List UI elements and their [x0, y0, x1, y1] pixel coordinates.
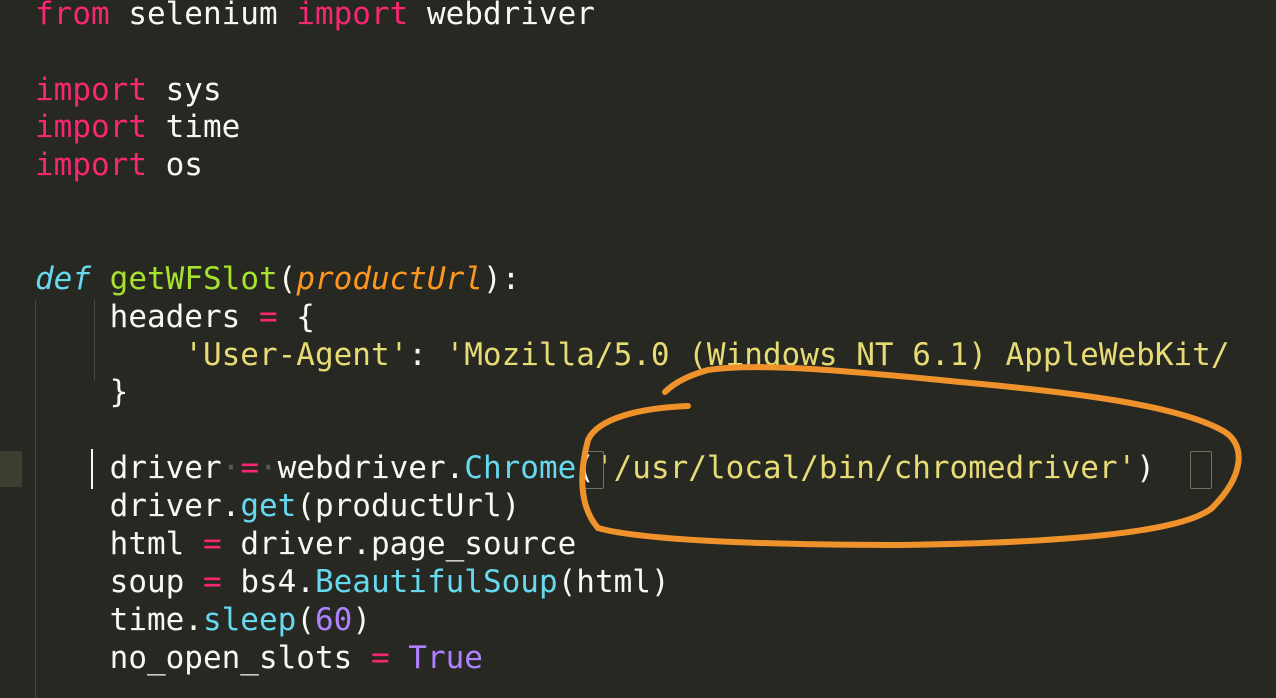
code-token: · — [221, 450, 241, 486]
indent-guide — [35, 300, 36, 698]
code-line[interactable]: time.sleep(60) — [0, 601, 1276, 639]
code-token: import — [35, 72, 147, 108]
indent-guide — [94, 336, 95, 380]
code-token: '/usr/local/bin/chromedriver' — [594, 450, 1137, 486]
code-line[interactable]: import sys — [0, 71, 1276, 109]
code-token: time — [146, 109, 241, 145]
code-line[interactable]: driver·=·webdriver.Chrome('/usr/local/bi… — [0, 449, 1276, 487]
code-text: } — [35, 373, 129, 411]
code-token: import — [35, 147, 147, 183]
code-token: ) — [1136, 450, 1155, 486]
code-token: = — [258, 299, 278, 335]
code-text: import sys — [35, 71, 222, 109]
code-text: soup = bs4.BeautifulSoup(html) — [35, 563, 670, 601]
code-token: { — [277, 299, 315, 335]
code-text: driver.get(productUrl) — [35, 487, 521, 525]
bracket-match-highlight — [582, 451, 604, 489]
code-token: import — [35, 109, 147, 145]
code-text: headers = { — [35, 298, 315, 336]
code-token: no_open_slots — [35, 640, 371, 676]
code-token: selenium — [109, 0, 297, 32]
code-token: driver.page_source — [221, 526, 577, 562]
code-text: from selenium import webdriver — [35, 0, 595, 33]
code-token: · — [258, 450, 278, 486]
code-text: def getWFSlot(productUrl): — [35, 260, 520, 298]
code-token: html — [35, 526, 203, 562]
code-token: def — [35, 261, 91, 297]
code-token: = — [240, 450, 259, 486]
code-token: 'User-Agent' — [184, 337, 409, 373]
bracket-match-highlight — [1190, 451, 1212, 489]
code-token: get — [240, 488, 297, 524]
code-token: driver — [35, 450, 222, 486]
code-token: ): — [482, 261, 521, 297]
code-line[interactable]: 'User-Agent': 'Mozilla/5.0 (Windows NT 6… — [0, 336, 1276, 374]
code-token: 'Mozilla/5.0 (Windows NT 6.1) AppleWebKi… — [445, 337, 1230, 373]
code-text: import os — [35, 146, 203, 184]
code-line[interactable]: soup = bs4.BeautifulSoup(html) — [0, 563, 1276, 601]
code-text: 'User-Agent': 'Mozilla/5.0 (Windows NT 6… — [35, 336, 1229, 374]
code-token: time. — [35, 602, 203, 638]
code-line[interactable] — [0, 184, 1276, 222]
code-line[interactable]: driver.get(productUrl) — [0, 487, 1276, 525]
code-token: driver. — [35, 488, 241, 524]
code-line[interactable]: def getWFSlot(productUrl): — [0, 260, 1276, 298]
code-line[interactable] — [0, 411, 1276, 449]
code-line[interactable]: } — [0, 373, 1276, 411]
code-token: ) — [352, 602, 371, 638]
code-token: = — [202, 526, 222, 562]
code-editor[interactable]: from selenium import webdriver import sys… — [0, 0, 1276, 698]
text-cursor — [91, 449, 93, 489]
code-token: = — [370, 640, 390, 676]
code-token: (productUrl) — [296, 488, 521, 524]
code-token: bs4. — [221, 564, 315, 600]
code-text: import time — [35, 108, 240, 146]
code-token: = — [202, 564, 222, 600]
code-token: (html) — [557, 564, 670, 600]
code-token: webdriver. — [277, 450, 465, 486]
code-token: 60 — [314, 602, 353, 638]
code-token: sys — [146, 72, 222, 108]
code-token: ( — [296, 602, 315, 638]
code-line[interactable] — [0, 222, 1276, 260]
code-line[interactable]: html = driver.page_source — [0, 525, 1276, 563]
code-line[interactable]: no_open_slots = True — [0, 639, 1276, 677]
code-token: True — [408, 640, 483, 676]
code-token: getWFSlot — [109, 261, 278, 297]
code-token: } — [35, 374, 129, 410]
code-line[interactable]: headers = { — [0, 298, 1276, 336]
code-line[interactable] — [0, 33, 1276, 71]
code-text: time.sleep(60) — [35, 601, 371, 639]
code-token: BeautifulSoup — [314, 564, 558, 600]
code-line[interactable]: import time — [0, 108, 1276, 146]
code-text: html = driver.page_source — [35, 525, 577, 563]
code-token: os — [146, 147, 203, 183]
code-token: productUrl — [296, 261, 483, 297]
code-line[interactable]: from selenium import webdriver — [0, 0, 1276, 33]
code-text: no_open_slots = True — [35, 639, 483, 677]
code-token: sleep — [202, 602, 297, 638]
code-token: from — [35, 0, 110, 32]
code-token: webdriver — [408, 0, 595, 32]
code-token: soup — [35, 564, 203, 600]
code-line[interactable]: import os — [0, 146, 1276, 184]
code-token: : — [408, 337, 446, 373]
code-token: Chrome — [464, 450, 577, 486]
code-token: import — [296, 0, 409, 32]
code-token: headers — [35, 299, 259, 335]
code-token: ( — [277, 261, 297, 297]
